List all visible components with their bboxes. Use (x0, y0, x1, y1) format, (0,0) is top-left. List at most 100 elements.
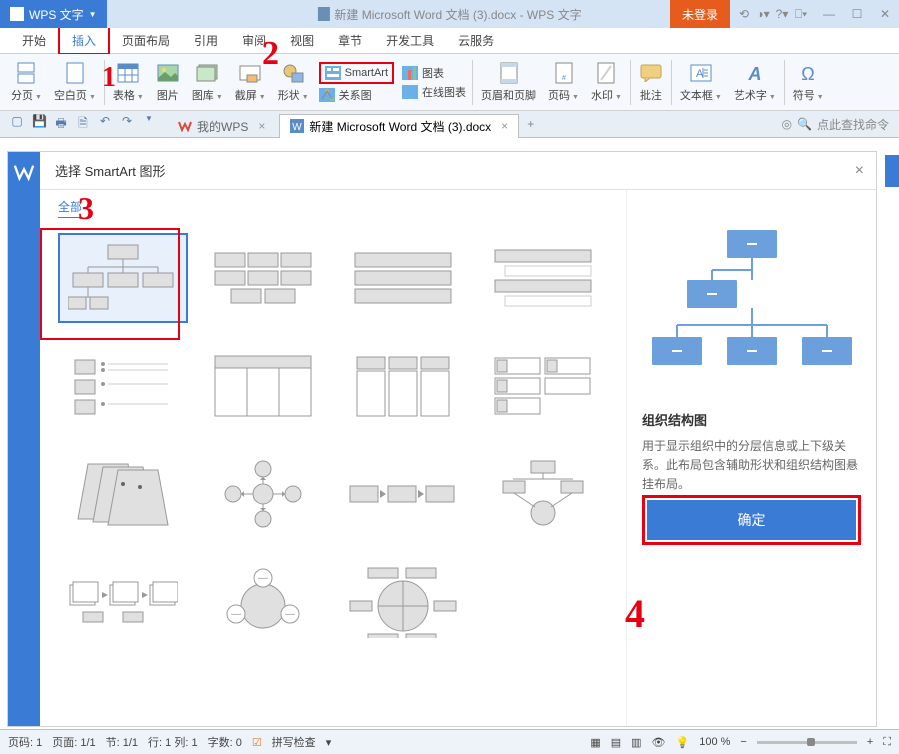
view-outline-icon[interactable]: ▥ (631, 736, 641, 749)
table-button[interactable]: 表格▼ (107, 54, 150, 110)
thumb-cycle[interactable]: — — — (198, 557, 328, 647)
svg-text:—: — (258, 573, 268, 584)
tab-view[interactable]: 视图 (278, 28, 326, 53)
add-tab-button[interactable]: + (519, 117, 542, 131)
zoom-in-button[interactable]: + (867, 736, 873, 748)
status-spellcheck[interactable]: 拼写检查 (272, 734, 316, 750)
tab-devtools[interactable]: 开发工具 (374, 28, 446, 53)
doc-tab-label: 新建 Microsoft Word 文档 (3).docx (309, 118, 491, 135)
doc-tab-current[interactable]: W 新建 Microsoft Word 文档 (3).docx × (279, 114, 519, 138)
tab-pagelayout[interactable]: 页面布局 (110, 28, 182, 53)
blankpage-button[interactable]: 空白页▼ (48, 54, 102, 110)
relation-button[interactable]: 关系图 (319, 87, 394, 103)
thumb-columns[interactable] (338, 341, 468, 431)
smartart-button[interactable]: SmartArt (319, 62, 394, 84)
fullscreen-icon[interactable]: ⛶ (883, 736, 891, 749)
thumb-bullets[interactable] (58, 341, 188, 431)
chart-label: 图表 (422, 65, 444, 81)
tab-insert[interactable]: 插入 (58, 26, 110, 55)
view-web-icon[interactable]: ▦ (590, 736, 600, 749)
login-button[interactable]: 未登录 (670, 0, 730, 28)
picture-button[interactable]: 图片 (150, 54, 186, 110)
zoom-slider[interactable] (757, 741, 857, 744)
relation-label: 关系图 (339, 87, 372, 103)
category-all[interactable]: 全部 (58, 198, 82, 218)
close-tab-icon[interactable]: × (258, 119, 265, 133)
status-page: 页码: 1 (8, 734, 42, 750)
minimize-button[interactable]: — (815, 7, 843, 21)
statusbar: 页码: 1 页面: 1/1 节: 1/1 行: 1 列: 1 字数: 0 ☑ 拼… (0, 729, 899, 754)
save-icon[interactable]: 💾 (32, 114, 46, 135)
table-icon (117, 63, 139, 83)
thumb-grid-boxes[interactable] (198, 233, 328, 323)
qa-dropdown-icon[interactable]: ▼ (142, 114, 156, 135)
target-icon: ◎ (782, 117, 792, 131)
thumb-tree-circles[interactable] (478, 449, 608, 539)
smartart-icon (325, 66, 341, 80)
print-icon[interactable]: 🖶 (54, 114, 68, 135)
skin-icon[interactable]: ◑▾ (755, 7, 771, 22)
dialog-main: 选择 SmartArt 图形 × 全部 (40, 152, 876, 726)
ok-button[interactable]: 确定 (647, 500, 856, 540)
thumb-table[interactable] (198, 341, 328, 431)
tab-review[interactable]: 审阅 (230, 28, 278, 53)
help-icon[interactable]: ?▾ (774, 7, 790, 22)
chart-button[interactable]: 图表 (402, 65, 466, 81)
maximize-button[interactable]: ☐ (843, 7, 871, 21)
tab-start[interactable]: 开始 (10, 28, 58, 53)
tab-references[interactable]: 引用 (182, 28, 230, 53)
search-icon: 🔍 (797, 117, 812, 131)
symbol-button[interactable]: Ω 符号▼ (787, 54, 830, 110)
thumb-layered-pyramid[interactable] (58, 449, 188, 539)
textbox-button[interactable]: A 文本框▼ (674, 54, 728, 110)
thumb-boxes-arrow[interactable] (58, 557, 188, 647)
doc-tab-mywps[interactable]: 我的WPS × (167, 114, 276, 138)
svg-text:—: — (285, 609, 295, 620)
headerfooter-button[interactable]: 页眉和页脚 (475, 54, 542, 110)
textbox-icon: A (690, 64, 712, 82)
search-command[interactable]: ◎ 🔍 点此查找命令 (782, 116, 889, 133)
view-lamp-icon[interactable]: 💡 (676, 736, 690, 749)
pagenum-button[interactable]: # 页码▼ (542, 54, 585, 110)
gallery-button[interactable]: 图库▼ (186, 54, 229, 110)
gallery-icon (196, 64, 218, 82)
tab-cloud[interactable]: 云服务 (446, 28, 506, 53)
close-tab-icon[interactable]: × (501, 119, 508, 133)
screenshot-button[interactable]: 截屏▼ (229, 54, 272, 110)
dialog-header: 选择 SmartArt 图形 × (40, 152, 876, 190)
status-section: 节: 1/1 (106, 734, 138, 750)
view-print-icon[interactable]: ▤ (611, 736, 621, 749)
status-linecol: 行: 1 列: 1 (148, 734, 198, 750)
smartart-label: SmartArt (345, 67, 388, 79)
app-menu-button[interactable]: WPS 文字 ▼ (0, 0, 107, 28)
view-read-icon[interactable]: 👁 (652, 736, 666, 749)
watermark-button[interactable]: 水印▼ (585, 54, 628, 110)
redo-icon[interactable]: ↷ (120, 114, 134, 135)
titlebar-right: 未登录 ⟲ ◑▾ ?▾ ⎕▾ — ☐ ✕ (670, 0, 899, 28)
wordart-button[interactable]: A 艺术字▼ (728, 54, 782, 110)
thumb-segmented-circle[interactable] (338, 557, 468, 647)
zoom-out-button[interactable]: − (740, 736, 746, 748)
close-button[interactable]: ✕ (871, 7, 899, 21)
undo-icon[interactable]: ↶ (98, 114, 112, 135)
side-panel-tab-top[interactable] (885, 155, 899, 187)
thumb-radial[interactable] (198, 449, 328, 539)
thumb-list-bars[interactable] (338, 233, 468, 323)
ribbon-toggle-icon[interactable]: ⎕▾ (793, 7, 809, 22)
thumb-process-arrows[interactable] (338, 449, 468, 539)
thumb-split-list[interactable] (478, 341, 608, 431)
onlinechart-label: 在线图表 (422, 84, 466, 100)
onlinechart-button[interactable]: 在线图表 (402, 84, 466, 100)
new-icon[interactable]: ▢ (10, 114, 24, 135)
zoom-level[interactable]: 100 % (699, 736, 730, 748)
preview-icon[interactable]: 🗎 (76, 114, 90, 135)
thumb-list-indent[interactable] (478, 233, 608, 323)
tab-chapter[interactable]: 章节 (326, 28, 374, 53)
dialog-close-button[interactable]: × (855, 162, 864, 180)
shapes-button[interactable]: 形状▼ (272, 54, 315, 110)
pagebreak-button[interactable]: 分页▼ (5, 54, 48, 110)
svg-text:—: — (231, 609, 241, 620)
thumb-org-chart[interactable] (58, 233, 188, 323)
comment-button[interactable]: 批注 (633, 54, 669, 110)
sync-icon[interactable]: ⟲ (736, 7, 752, 22)
